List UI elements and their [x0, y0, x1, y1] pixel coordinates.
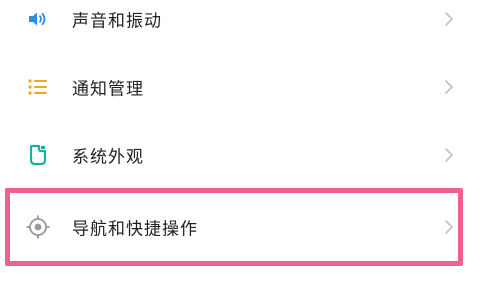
settings-item-label: 声音和振动	[72, 11, 162, 32]
speaker-icon	[26, 7, 50, 31]
settings-item-label: 导航和快捷操作	[72, 219, 198, 240]
settings-item-navigation-shortcuts[interactable]: 导航和快捷操作	[0, 192, 480, 262]
list-icon	[26, 75, 50, 99]
settings-item-label: 系统外观	[72, 147, 144, 168]
appearance-icon	[26, 143, 50, 167]
settings-item-system-appearance[interactable]: 系统外观	[0, 120, 480, 190]
chevron-right-icon	[444, 219, 454, 235]
settings-list: 声音和振动 通知管理 系统外观 导航和快捷操作	[0, 0, 480, 300]
settings-item-label: 通知管理	[72, 79, 144, 100]
chevron-right-icon	[444, 79, 454, 95]
settings-item-notifications[interactable]: 通知管理	[0, 52, 480, 122]
settings-item-sound-vibration[interactable]: 声音和振动	[0, 0, 480, 54]
navigation-target-icon	[26, 215, 50, 239]
chevron-right-icon	[444, 11, 454, 27]
chevron-right-icon	[444, 147, 454, 163]
